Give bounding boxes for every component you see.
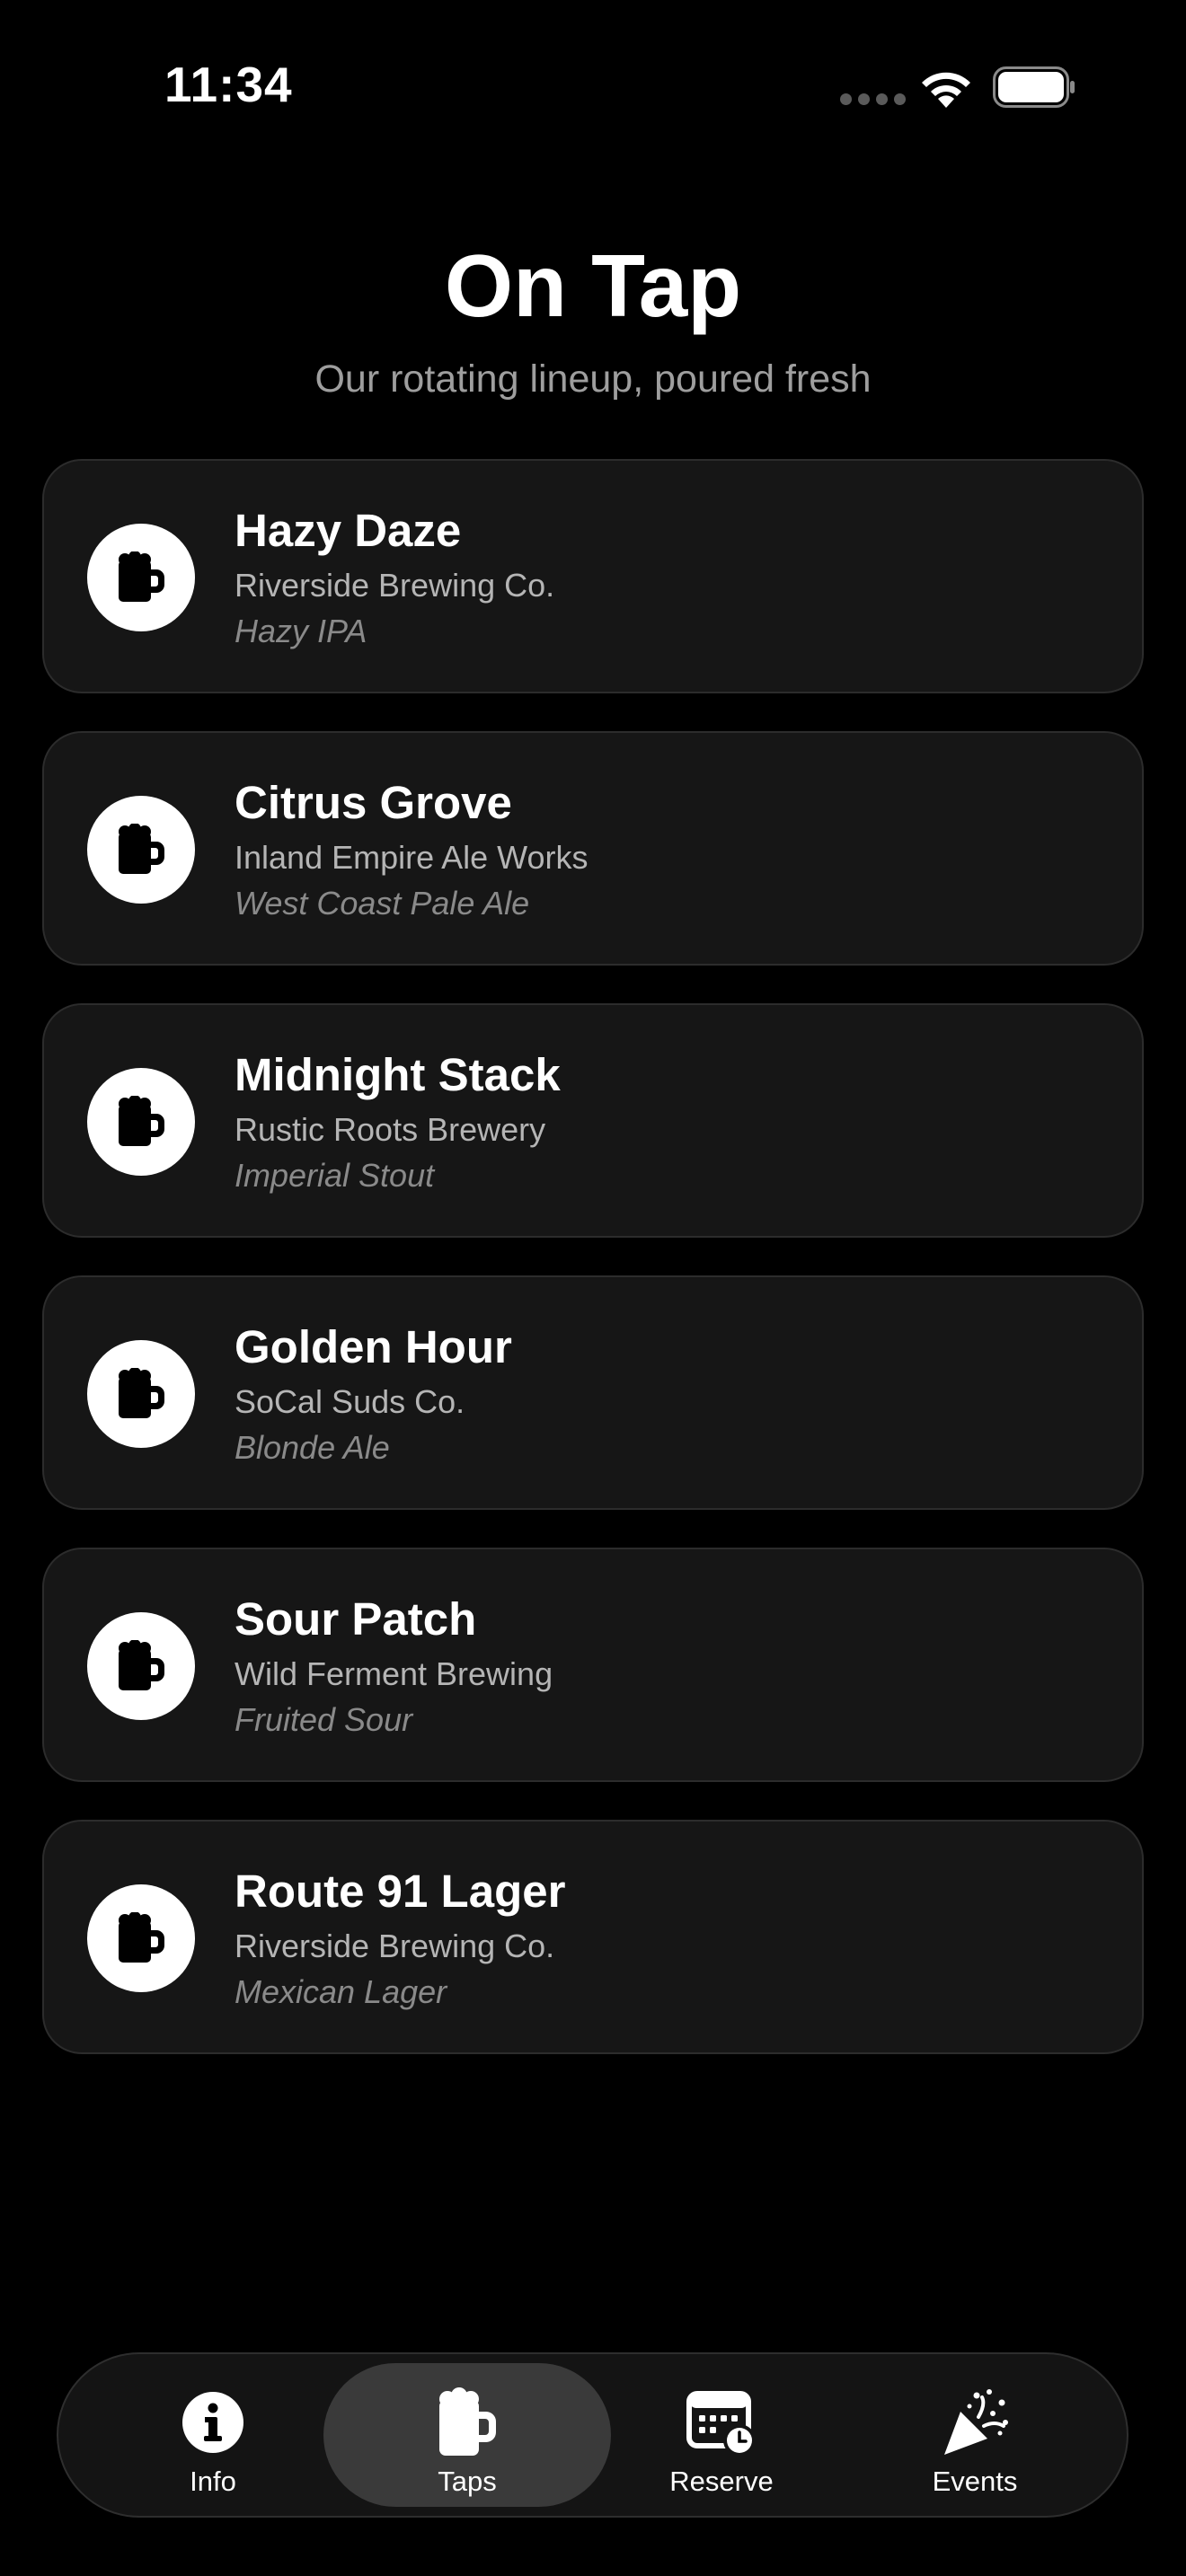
- beer-mug-icon: [87, 1612, 195, 1720]
- beer-mug-icon: [87, 1340, 195, 1448]
- tap-name: Hazy Daze: [235, 505, 462, 556]
- tab-events[interactable]: Events: [831, 2363, 1119, 2507]
- beer-mug-icon: [87, 796, 195, 904]
- battery-icon: [993, 66, 1075, 108]
- tap-style: West Coast Pale Ale: [235, 885, 530, 922]
- tap-name: Midnight Stack: [235, 1049, 561, 1100]
- tab-label: Info: [190, 2466, 236, 2497]
- tap-card[interactable]: Hazy Daze Riverside Brewing Co. Hazy IPA: [42, 459, 1144, 693]
- tap-brewery: Riverside Brewing Co.: [235, 1928, 555, 1964]
- beer-mug-icon: [87, 524, 195, 631]
- tap-name: Sour Patch: [235, 1593, 477, 1645]
- tab-bar: Info Taps Reserve Events: [57, 2352, 1128, 2518]
- tap-name: Golden Hour: [235, 1321, 512, 1372]
- tap-brewery: Inland Empire Ale Works: [235, 839, 589, 876]
- tap-brewery: Rustic Roots Brewery: [235, 1111, 546, 1148]
- tap-brewery: SoCal Suds Co.: [235, 1383, 465, 1420]
- wifi-icon: [922, 72, 970, 108]
- tap-list: Hazy Daze Riverside Brewing Co. Hazy IPA…: [42, 459, 1144, 2092]
- tab-taps[interactable]: Taps: [323, 2363, 611, 2507]
- calendar-clock-icon: [686, 2391, 756, 2457]
- tap-style: Blonde Ale: [235, 1429, 390, 1466]
- status-bar: 11:34: [0, 0, 1186, 180]
- beer-mug-icon: [439, 2387, 496, 2456]
- info-icon: [182, 2392, 243, 2453]
- tap-card[interactable]: Route 91 Lager Riverside Brewing Co. Mex…: [42, 1820, 1144, 2054]
- tab-info[interactable]: Info: [69, 2363, 357, 2507]
- page-title: On Tap: [444, 236, 742, 335]
- tap-brewery: Wild Ferment Brewing: [235, 1655, 553, 1692]
- tap-style: Imperial Stout: [235, 1157, 435, 1194]
- tap-style: Mexican Lager: [235, 1973, 447, 2010]
- tab-label: Events: [932, 2466, 1018, 2497]
- page-subtitle: Our rotating lineup, poured fresh: [314, 357, 872, 401]
- tap-name: Route 91 Lager: [235, 1866, 566, 1917]
- tab-reserve[interactable]: Reserve: [578, 2363, 865, 2507]
- tap-name: Citrus Grove: [235, 777, 512, 828]
- tap-card[interactable]: Citrus Grove Inland Empire Ale Works Wes…: [42, 731, 1144, 966]
- beer-mug-icon: [87, 1068, 195, 1176]
- tap-card[interactable]: Sour Patch Wild Ferment Brewing Fruited …: [42, 1548, 1144, 1782]
- tap-card[interactable]: Midnight Stack Rustic Roots Brewery Impe…: [42, 1003, 1144, 1238]
- beer-mug-icon: [87, 1884, 195, 1992]
- tap-brewery: Riverside Brewing Co.: [235, 567, 555, 604]
- party-popper-icon: [944, 2389, 1008, 2455]
- tab-label: Taps: [438, 2466, 497, 2497]
- tab-label: Reserve: [669, 2466, 774, 2497]
- tap-style: Hazy IPA: [235, 613, 367, 649]
- status-time: 11:34: [164, 57, 293, 112]
- tap-card[interactable]: Golden Hour SoCal Suds Co. Blonde Ale: [42, 1275, 1144, 1510]
- cellular-signal-icon: [840, 93, 906, 105]
- tap-style: Fruited Sour: [235, 1701, 413, 1738]
- on-tap-screen: 11:34 On Tap Our rotating lineup, poured…: [0, 0, 1186, 2576]
